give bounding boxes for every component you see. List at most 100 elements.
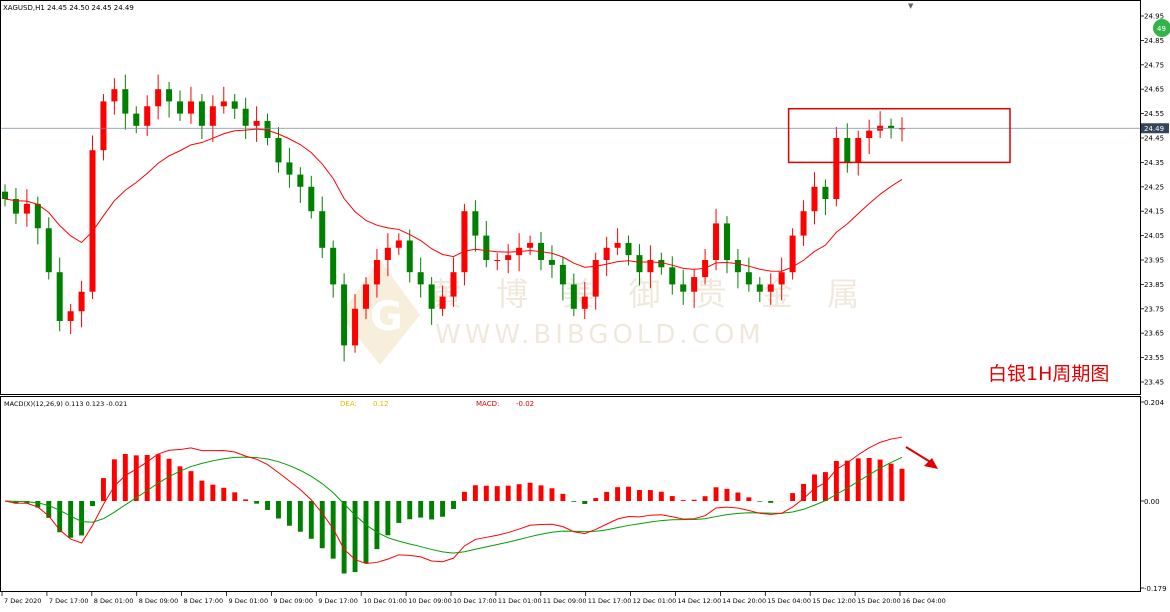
candle-body — [373, 260, 380, 285]
time-axis-label: 10 Dec 09:00 — [408, 597, 452, 605]
candle-body — [636, 255, 643, 273]
price-axis-label: 24.25 — [1144, 183, 1164, 191]
candle-body — [658, 260, 665, 268]
candle-body — [756, 284, 763, 292]
chart-canvas[interactable]: G 黄 博 美 御 贵 金 属 WWW.BIBGOLD.COM XAGUSD,H… — [0, 0, 1170, 608]
candle-body — [811, 186, 818, 212]
time-axis-label: 9 Dec 09:00 — [273, 597, 313, 605]
candle-body — [505, 255, 512, 260]
candle-body — [581, 296, 588, 309]
time-axis-label: 14 Dec 12:00 — [678, 597, 722, 605]
candle-body — [800, 211, 807, 236]
candle-body — [822, 186, 829, 199]
candle-body — [723, 223, 730, 260]
candle-body — [614, 242, 621, 248]
candle-body — [56, 272, 63, 321]
candle-body — [297, 174, 304, 187]
chart-annotation: 白银1H周期图 — [988, 363, 1109, 385]
candle-body — [395, 240, 402, 248]
macd-title: MACD(X)(12,26,9) 0.113 0.123 -0.021 — [4, 400, 127, 408]
macd-axis-label: -0.179 — [1144, 585, 1167, 593]
time-axis-label: 7 Dec 2020 — [4, 597, 41, 605]
time-axis-label: 9 Dec 01:00 — [229, 597, 269, 605]
candle-body — [625, 242, 632, 256]
candle-body — [166, 89, 173, 102]
symbol-info: XAGUSD,H1 24.45 24.50 24.45 24.49 — [3, 4, 134, 12]
candle-body — [220, 101, 227, 107]
candle-body — [384, 247, 391, 260]
time-axis-label: 15 Dec 12:00 — [812, 597, 856, 605]
candle-body — [341, 284, 348, 346]
candle-body — [231, 101, 238, 109]
price-axis-label: 24.35 — [1144, 159, 1164, 167]
candle-body — [833, 138, 840, 199]
price-axis-label: 24.85 — [1144, 37, 1164, 45]
time-axis-label: 8 Dec 09:00 — [139, 597, 179, 605]
time-axis-label: 12 Dec 01:00 — [633, 597, 677, 605]
time-axis-label: 16 Dec 04:00 — [902, 597, 946, 605]
candle-body — [461, 211, 468, 273]
candle-body — [155, 89, 162, 107]
time-axis-label: 15 Dec 20:00 — [857, 597, 901, 605]
candle-body — [78, 291, 85, 312]
candle-body — [844, 138, 851, 163]
candle-body — [548, 260, 555, 265]
time-axis-label: 15 Dec 04:00 — [767, 597, 811, 605]
candle-body — [122, 89, 129, 114]
candle-body — [45, 228, 52, 273]
time-axis-label: 10 Dec 01:00 — [363, 597, 407, 605]
candle-body — [253, 120, 260, 126]
current-price-value: 24.49 — [1144, 125, 1164, 133]
time-axis-label: 11 Dec 17:00 — [588, 597, 632, 605]
price-axis-label: 24.05 — [1144, 232, 1164, 240]
price-axis-label: 23.95 — [1144, 257, 1164, 265]
candle-body — [89, 150, 96, 292]
candle-body — [734, 260, 741, 273]
price-axis-label: 24.15 — [1144, 208, 1164, 216]
candle-body — [177, 101, 184, 114]
candle-body — [1, 191, 9, 199]
price-axis-label: 23.65 — [1144, 330, 1164, 338]
candle-body — [330, 247, 337, 285]
candle-body — [67, 311, 74, 321]
price-axis-label: 23.45 — [1144, 379, 1164, 387]
candle-body — [187, 101, 194, 114]
price-axis-label: 24.65 — [1144, 86, 1164, 94]
macd-value: -0.02 — [516, 400, 534, 408]
macd-axis-label: 0.00 — [1144, 498, 1160, 506]
candle-body — [855, 138, 862, 163]
candle-body — [144, 106, 151, 126]
candle — [833, 127, 840, 207]
candle-body — [680, 284, 687, 292]
time-axis-label: 11 Dec 01:00 — [498, 597, 542, 605]
candle-body — [362, 284, 369, 309]
candle-body — [286, 162, 293, 175]
candle-body — [570, 284, 577, 309]
candle-body — [778, 272, 785, 285]
collapse-marker-icon[interactable]: ▼ — [908, 2, 914, 10]
candle-body — [767, 284, 774, 292]
dea-value: 0.12 — [373, 400, 389, 408]
time-axis-label: 8 Dec 01:00 — [94, 597, 134, 605]
candle-body — [275, 138, 282, 163]
candle — [789, 228, 796, 280]
candle-body — [100, 101, 107, 151]
watermark-url: WWW.BIBGOLD.COM — [435, 320, 765, 350]
candle-body — [209, 106, 216, 126]
time-axis-label: 8 Dec 17:00 — [184, 597, 224, 605]
candle-body — [352, 308, 359, 346]
candle-body — [308, 186, 315, 212]
macd-axis-label: 0.204 — [1144, 399, 1165, 407]
price-axis-label: 24.95 — [1144, 13, 1164, 21]
time-axis-label: 11 Dec 09:00 — [543, 597, 587, 605]
candle-body — [450, 272, 457, 297]
watermark-logo: G — [370, 294, 403, 340]
price-axis-label: 23.85 — [1144, 281, 1164, 289]
candle-body — [691, 277, 698, 292]
candle-body — [406, 240, 413, 273]
candle-body — [417, 272, 424, 285]
candle-body — [745, 272, 752, 285]
candle-body — [242, 108, 249, 126]
price-axis-label: 23.75 — [1144, 305, 1164, 313]
time-axis-label: 9 Dec 17:00 — [318, 597, 358, 605]
